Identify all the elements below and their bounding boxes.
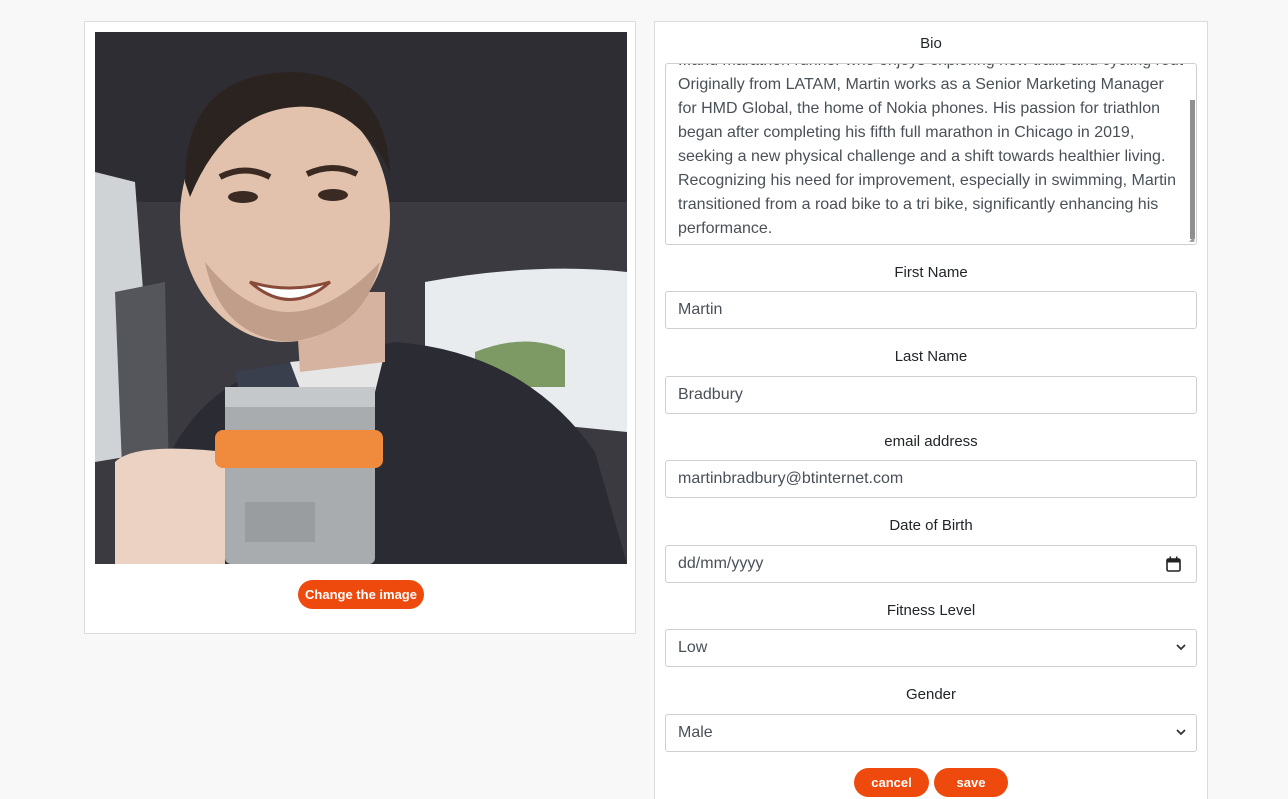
chevron-down-icon	[1176, 644, 1186, 651]
bio-scrollbar[interactable]	[1190, 100, 1195, 239]
change-image-button[interactable]: Change the image	[298, 580, 424, 609]
bio-visible-text: Originally from LATAM, Martin works as a…	[678, 76, 1176, 237]
dob-input[interactable]: dd/mm/yyyy	[665, 545, 1197, 583]
fitness-level-label: Fitness Level	[886, 602, 976, 619]
bio-label: Bio	[920, 35, 942, 52]
profile-photo-card: Change the image	[84, 21, 636, 634]
chevron-down-icon	[1176, 729, 1186, 736]
profile-photo	[95, 32, 627, 564]
email-input[interactable]	[665, 460, 1197, 498]
bio-textarea[interactable]: ...and marathon runner who enjoys explor…	[665, 63, 1197, 245]
first-name-label: First Name	[894, 264, 968, 281]
dob-placeholder: dd/mm/yyyy	[678, 555, 764, 572]
bio-hidden-line: ...and marathon runner who enjoys explor…	[678, 64, 1183, 73]
calendar-icon[interactable]	[1166, 556, 1181, 572]
last-name-label: Last Name	[894, 348, 968, 365]
first-name-input[interactable]	[665, 291, 1197, 329]
gender-label: Gender	[905, 686, 957, 703]
gender-value: Male	[678, 724, 713, 741]
fitness-level-select[interactable]: Low	[665, 629, 1197, 667]
dob-label: Date of Birth	[889, 517, 973, 534]
last-name-input[interactable]	[665, 376, 1197, 414]
email-label: email address	[884, 433, 978, 450]
bio-text: ...and marathon runner who enjoys explor…	[678, 64, 1183, 241]
cancel-button[interactable]: cancel	[854, 768, 929, 797]
resize-grip-icon[interactable]: ◢	[1189, 236, 1195, 243]
save-button[interactable]: save	[934, 768, 1008, 797]
fitness-level-value: Low	[678, 639, 708, 656]
profile-form-card: Bio ...and marathon runner who enjoys ex…	[654, 21, 1208, 799]
gender-select[interactable]: Male	[665, 714, 1197, 752]
profile-edit-page: Change the image Bio ...and marathon run…	[0, 0, 1288, 799]
